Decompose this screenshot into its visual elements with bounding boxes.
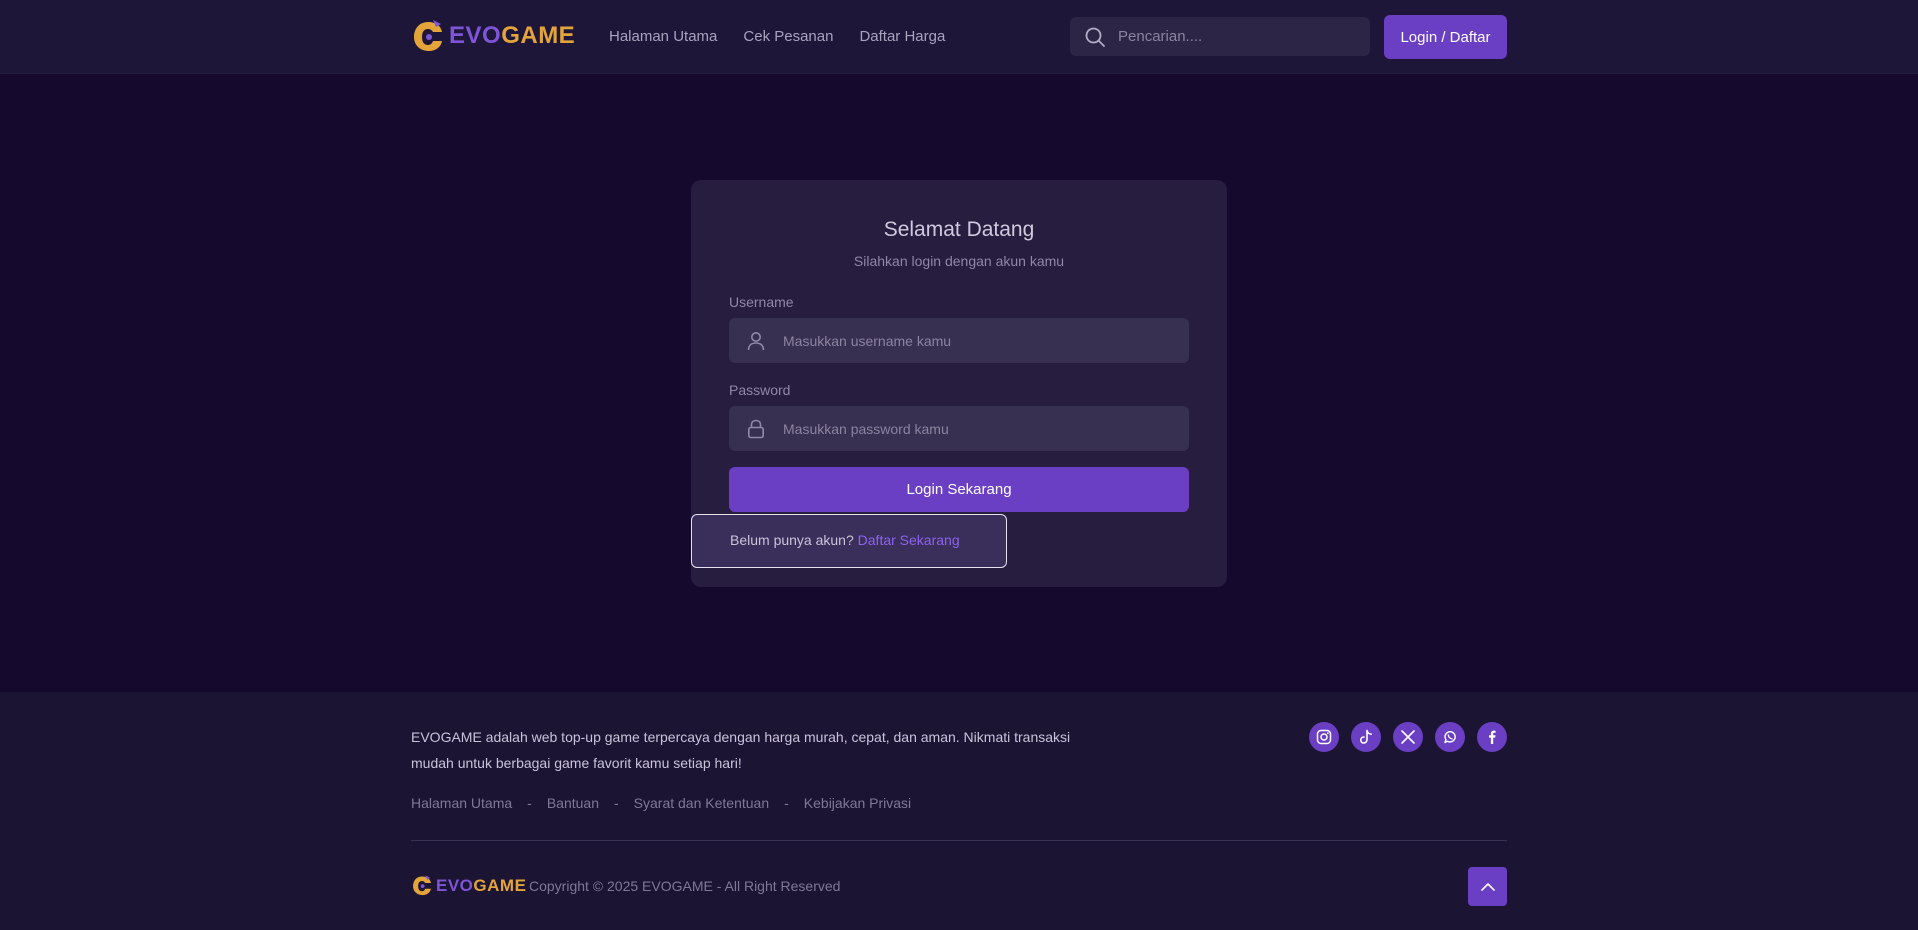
- password-label: Password: [729, 382, 791, 398]
- login-card: Selamat Datang Silahkan login dengan aku…: [691, 180, 1227, 587]
- logo-text-game: GAME: [501, 22, 576, 49]
- login-subtitle: Silahkan login dengan akun kamu: [853, 253, 1065, 269]
- nav-item-check-order[interactable]: Cek Pesanan: [743, 28, 833, 45]
- footer-link-privacy[interactable]: Kebijakan Privasi: [804, 795, 911, 811]
- nav-item-price-list[interactable]: Daftar Harga: [859, 28, 945, 45]
- footer-description: EVOGAME adalah web top-up game terpercay…: [411, 729, 1071, 771]
- footer-separator: -: [614, 795, 619, 811]
- login-register-button[interactable]: Login / Daftar: [1384, 15, 1507, 59]
- chevron-up-icon: [1480, 882, 1495, 891]
- footer-link-help[interactable]: Bantuan: [547, 795, 599, 811]
- copyright-text: Copyright © 2025 EVOGAME - All Right Res…: [529, 878, 841, 894]
- search-input[interactable]: [1116, 27, 1360, 46]
- password-input[interactable]: [781, 419, 1175, 438]
- logo-text-evo: EVO: [449, 22, 502, 49]
- main-nav: Halaman Utama Cek Pesanan Daftar Harga: [609, 28, 945, 45]
- username-label: Username: [729, 294, 794, 310]
- register-prompt-box: Belum punya akun? Daftar Sekarang: [691, 514, 1007, 568]
- scroll-to-top-button[interactable]: [1468, 867, 1507, 906]
- footer-link-home[interactable]: Halaman Utama: [411, 795, 512, 811]
- footer-divider: [411, 840, 1507, 841]
- x-icon[interactable]: [1393, 722, 1423, 752]
- login-submit-button[interactable]: Login Sekarang: [729, 467, 1189, 512]
- search-icon: [1085, 27, 1105, 47]
- logo-mark-icon: [413, 875, 431, 896]
- user-icon: [747, 331, 765, 350]
- header: EVOGAME Halaman Utama Cek Pesanan Daftar…: [0, 0, 1918, 74]
- footer-link-terms[interactable]: Syarat dan Ketentuan: [634, 795, 769, 811]
- social-links: [1309, 722, 1507, 752]
- logo-mark-icon: [414, 20, 442, 51]
- whatsapp-icon[interactable]: [1435, 722, 1465, 752]
- footer-links: Halaman Utama - Bantuan - Syarat dan Ket…: [411, 795, 911, 811]
- footer-separator: -: [527, 795, 532, 811]
- facebook-icon[interactable]: [1477, 722, 1507, 752]
- register-prompt-text: Belum punya akun?: [730, 532, 854, 548]
- logo[interactable]: EVOGAME: [411, 18, 575, 54]
- login-title: Selamat Datang: [883, 218, 1035, 241]
- search-box: [1070, 17, 1370, 56]
- footer: EVOGAME adalah web top-up game terpercay…: [0, 692, 1918, 930]
- nav-item-home[interactable]: Halaman Utama: [609, 28, 717, 45]
- footer-logo-text-game: GAME: [473, 875, 527, 895]
- footer-separator: -: [784, 795, 789, 811]
- instagram-icon[interactable]: [1309, 722, 1339, 752]
- register-link[interactable]: Daftar Sekarang: [858, 532, 960, 548]
- username-input[interactable]: [781, 331, 1175, 350]
- tiktok-icon[interactable]: [1351, 722, 1381, 752]
- username-field: [729, 318, 1189, 363]
- lock-icon: [747, 419, 764, 438]
- footer-logo[interactable]: EVOGAME: [411, 874, 526, 897]
- password-field: [729, 406, 1189, 451]
- footer-logo-text-evo: EVO: [436, 875, 474, 895]
